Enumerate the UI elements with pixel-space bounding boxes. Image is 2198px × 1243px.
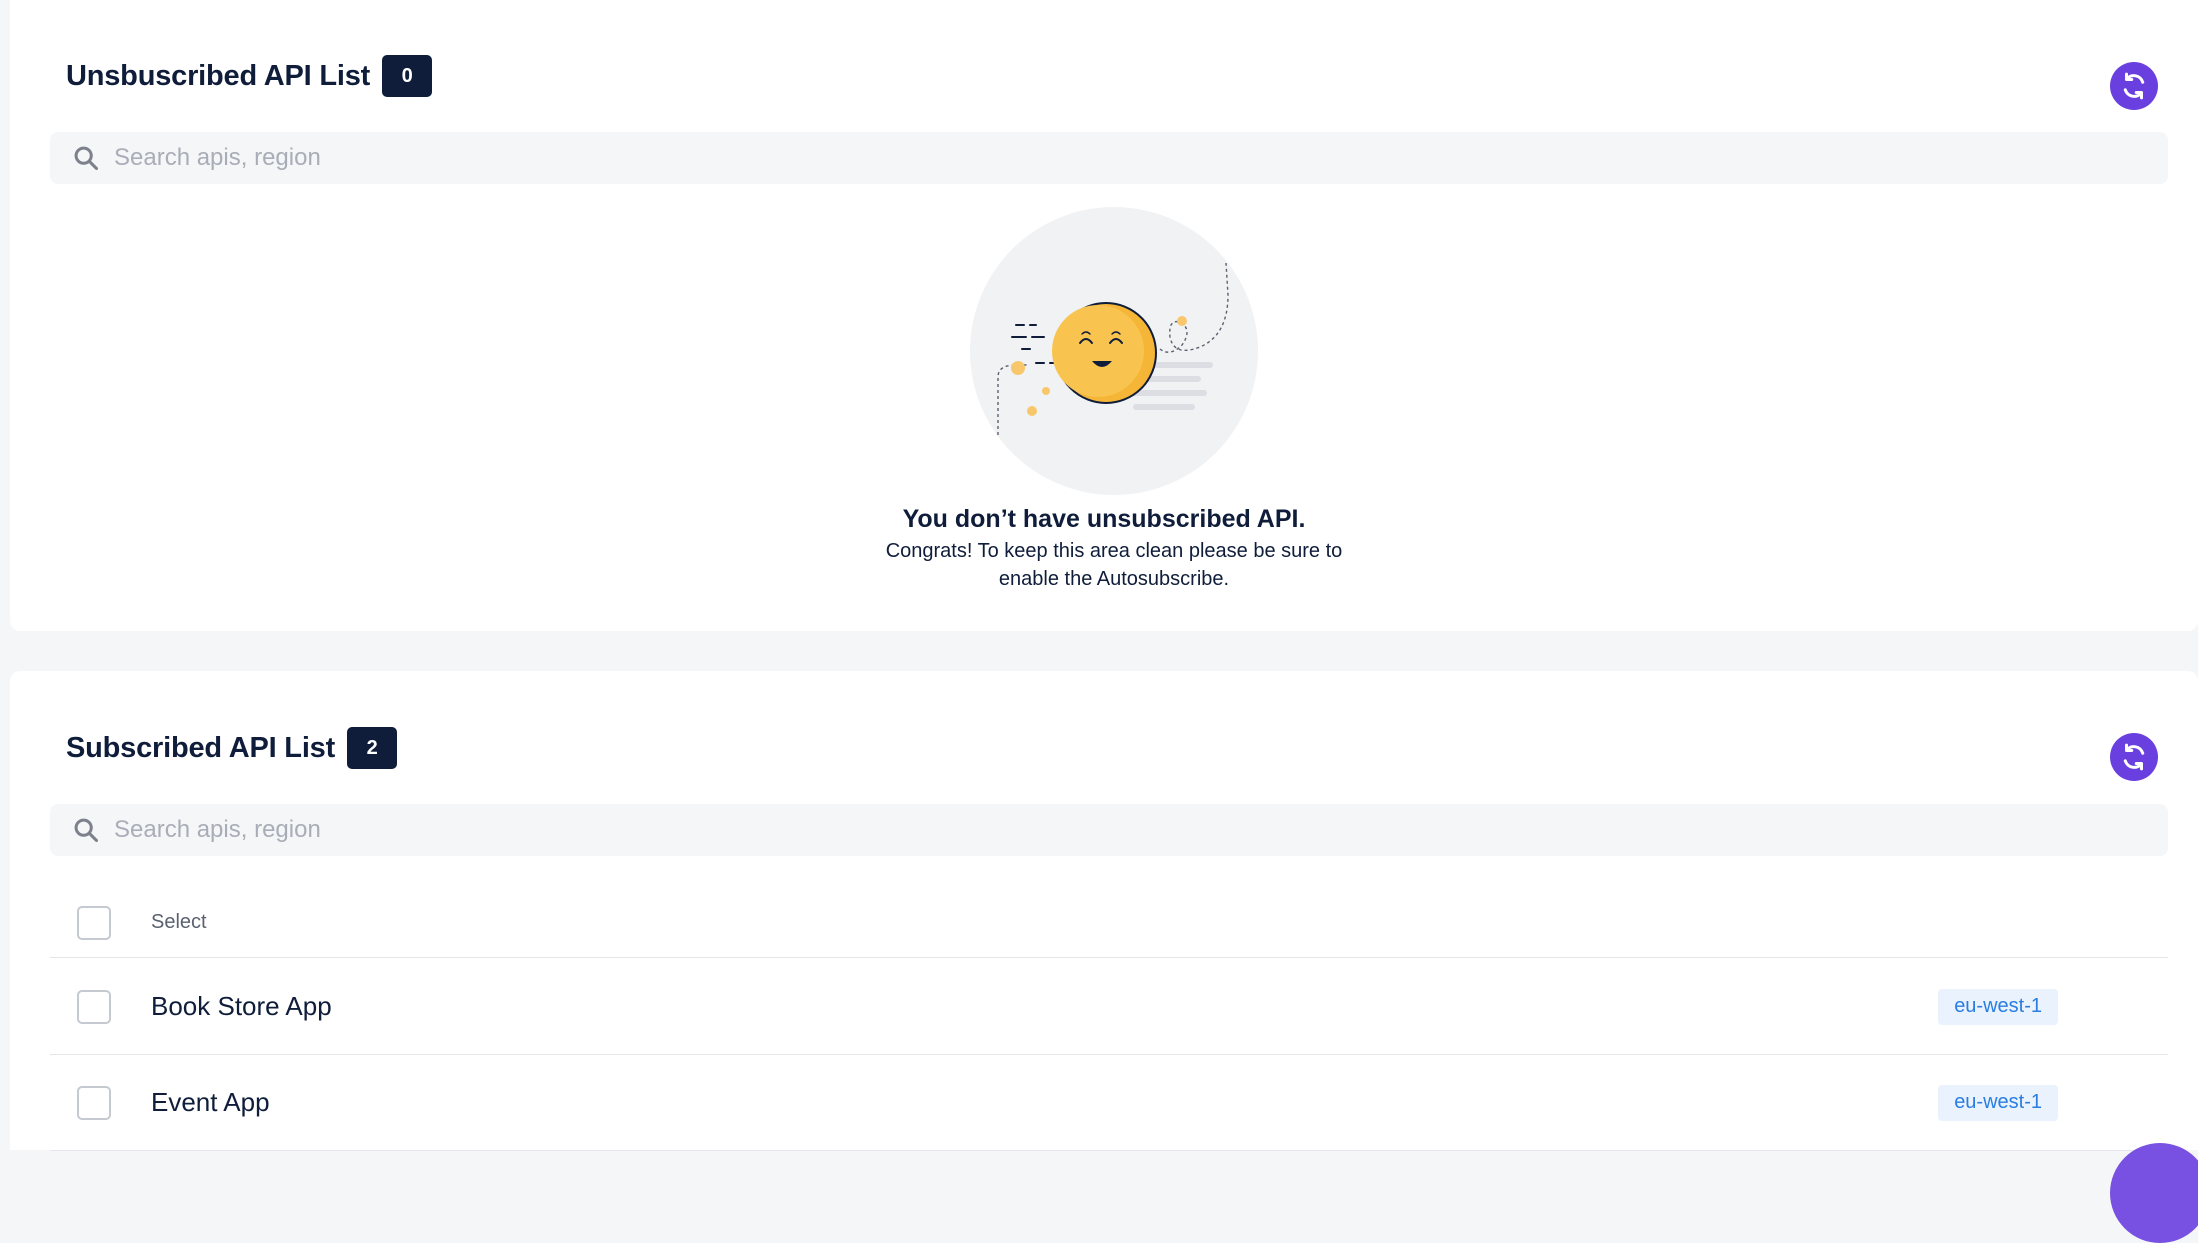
unsubscribed-refresh-button[interactable]: [2110, 62, 2158, 110]
refresh-icon: [2123, 743, 2145, 771]
empty-state-title: You don’t have unsubscribed API.: [902, 505, 1306, 533]
unsubscribed-search-input[interactable]: [114, 138, 2014, 178]
select-all-label: Select: [151, 911, 207, 933]
unsubscribed-api-title: Unsbuscribed API List 0: [66, 55, 433, 97]
empty-state-subtitle: Congrats! To keep this area clean please…: [885, 540, 1343, 590]
region-tag: eu-west-1: [1938, 1084, 2058, 1121]
unsubscribed-search-bar[interactable]: [50, 132, 2168, 184]
subscribed-search-input[interactable]: [114, 810, 2014, 850]
subscribed-search-bar[interactable]: [50, 804, 2168, 856]
select-all-checkbox[interactable]: [77, 905, 111, 940]
subscribed-refresh-button[interactable]: [2110, 733, 2158, 781]
unsubscribed-api-panel: Unsbuscribed API List 0 Search apis, reg…: [10, 0, 2198, 631]
api-row: Event App eu-west-1: [50, 1055, 2168, 1151]
api-row: Book Store App eu-west-1: [50, 959, 2168, 1055]
empty-state-illustration: [960, 207, 1260, 497]
api-name: Event App: [151, 1087, 270, 1117]
subscribed-api-title: Subscribed API List 2: [66, 727, 398, 769]
refresh-icon: [2123, 72, 2145, 100]
region-tag: eu-west-1: [1938, 988, 2058, 1025]
subscribed-api-panel: Subscribed API List 2 Select Book Store …: [10, 671, 2198, 1151]
unsubscribed-api-title-text: Unsbuscribed API List: [66, 59, 371, 92]
api-row-checkbox[interactable]: [77, 1085, 111, 1120]
api-row-checkbox[interactable]: [77, 989, 111, 1024]
api-name: Book Store App: [151, 991, 332, 1021]
subscribed-api-title-text: Subscribed API List: [66, 731, 336, 764]
subscribed-count-badge: 2: [347, 727, 398, 769]
search-icon: [72, 816, 100, 844]
unsubscribed-count-badge: 0: [382, 55, 433, 97]
chat-launcher-button[interactable]: [2110, 1143, 2198, 1243]
search-icon: [72, 144, 100, 172]
select-all-row: Select: [50, 888, 2168, 958]
